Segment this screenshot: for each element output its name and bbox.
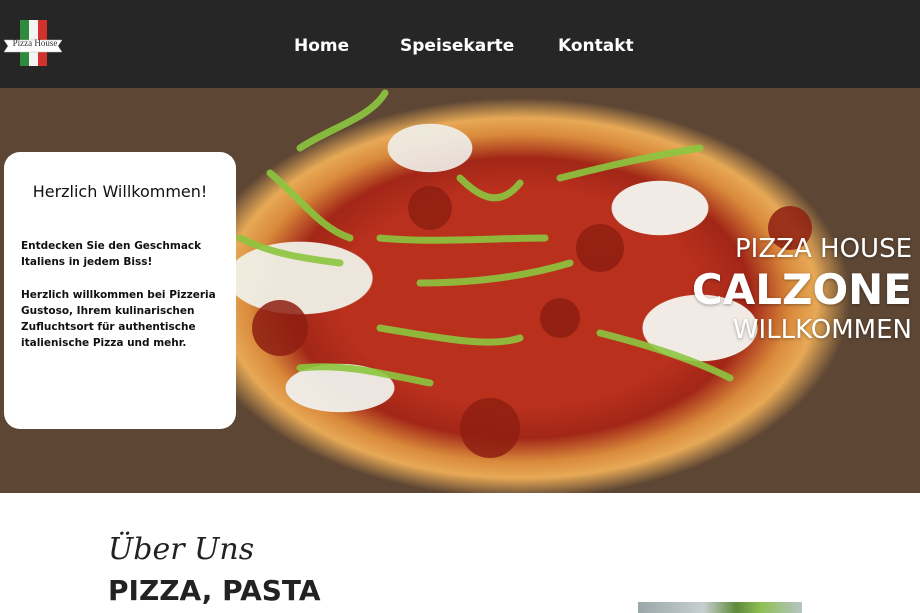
about-food-image [638, 602, 802, 613]
hero-line-willkommen: WILLKOMMEN [732, 315, 912, 345]
welcome-tagline: Entdecken Sie den Geschmack Italiens in … [21, 240, 202, 268]
about-script-title: Über Uns [108, 532, 255, 567]
site-header: Pizza House Home Speisekarte Kontakt [0, 0, 920, 88]
welcome-card: Herzlich Willkommen! Entdecken Sie den G… [4, 152, 236, 429]
about-heading: PIZZA, PASTA [108, 574, 321, 607]
hero-line-pizza-house: PIZZA HOUSE [735, 234, 912, 264]
nav-kontakt[interactable]: Kontakt [558, 36, 634, 56]
hero-banner: Herzlich Willkommen! Entdecken Sie den G… [0, 88, 920, 493]
welcome-description: Herzlich willkommen bei Pizzeria Gustoso… [21, 289, 216, 349]
hero-line-calzone: CALZONE [691, 265, 912, 314]
nav-home[interactable]: Home [294, 36, 349, 56]
main-nav: Home Speisekarte Kontakt [0, 36, 920, 58]
welcome-title: Herzlich Willkommen! [32, 182, 208, 201]
nav-speisekarte[interactable]: Speisekarte [400, 36, 514, 56]
